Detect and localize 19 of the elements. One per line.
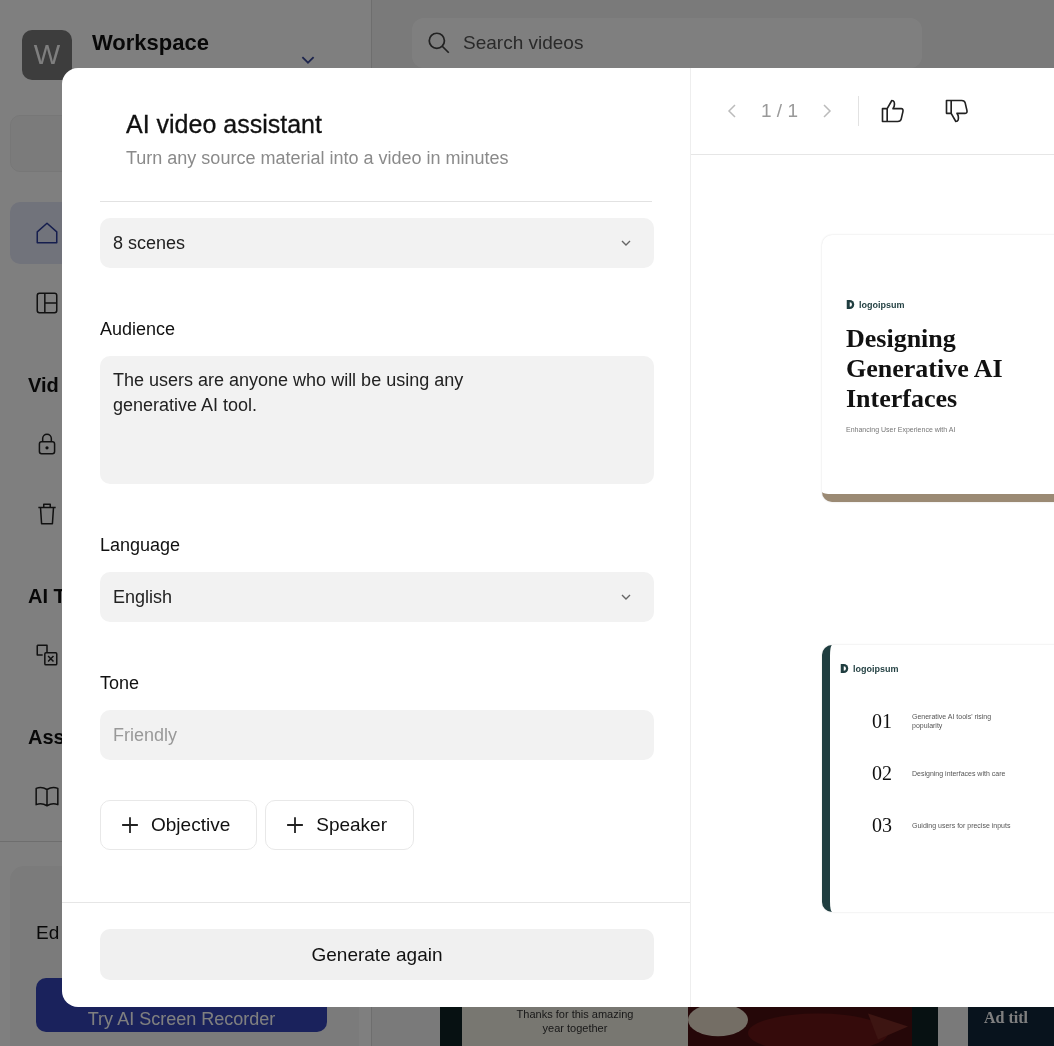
agenda-number: 03: [872, 813, 893, 837]
promo-title: Ed: [36, 922, 60, 944]
logo-text: logoipsum: [853, 663, 899, 674]
workspace-avatar: W: [22, 30, 72, 80]
field-label: Tone: [100, 672, 140, 694]
workspace-name: Workspace: [92, 30, 210, 56]
field-label: Language: [100, 534, 181, 556]
agenda-number: 01: [872, 709, 893, 733]
page-counter: 1 / 1: [761, 100, 798, 122]
section-heading: Ass: [28, 726, 65, 748]
field-label: Audience: [100, 318, 176, 340]
dialog-title: AI video assistant: [126, 109, 323, 140]
slide-title: Designing Generative AI Interfaces: [846, 324, 1004, 414]
dialog-subtitle: Turn any source material into a video in minutes: [126, 148, 510, 169]
agenda-number: 02: [872, 761, 893, 785]
thumbnail-title: Ad titl: [983, 1008, 1029, 1027]
logo-text: logoipsum: [859, 299, 905, 310]
section-heading: Vid: [28, 374, 59, 396]
thumbnail-caption: Thanks for this amazing year together: [515, 1007, 635, 1036]
